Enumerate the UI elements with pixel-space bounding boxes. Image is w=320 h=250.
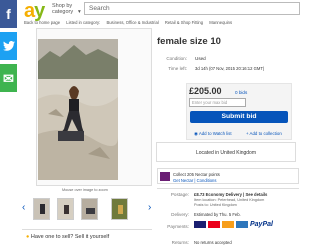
max-bid-input[interactable]: Enter your max bid [189,98,246,107]
submit-bid-button[interactable]: Submit bid [190,111,288,123]
image-zoom-hint: Mouse over image to zoom [62,188,108,192]
payments-label: Payments: [167,224,189,229]
bid-count-link[interactable]: 0 bids [235,90,247,95]
time-left-label: Time left: [168,66,187,71]
nectar-promo: Collect 205 Nectar points Get Nectar | C… [157,168,299,184]
breadcrumb-item[interactable]: Mannequins [209,20,232,25]
postage-label: Postage: [170,192,189,197]
email-icon: ✉ [3,70,14,86]
shop-by-category-dropdown[interactable]: Shop by category ▾ [52,3,81,15]
breadcrumb-item[interactable]: Retail & Shop Fitting [165,20,203,25]
visa-icon [194,221,206,228]
condition-label: Condition: [166,56,187,61]
twitter-icon [2,41,15,51]
search-input[interactable]: Search [84,2,300,15]
chevron-down-icon: ▾ [78,9,81,15]
current-price: £205.00 [189,86,222,96]
nectar-icon [160,172,170,181]
email-share-button[interactable]: ✉ [0,64,17,92]
condition-value: Used [195,56,206,61]
mastercard-icon [208,221,220,228]
breadcrumb-item: Listed in category: [66,20,101,25]
posts-to: Posts to: United Kingdom [194,203,237,207]
facebook-share-button[interactable]: f [0,0,17,28]
divider [22,229,152,230]
paypal-logo: PayPal [250,221,273,228]
facebook-icon: f [6,6,11,22]
add-to-watchlist-link[interactable]: ◉ Add to Watch list [194,131,232,137]
thumbnail-4[interactable] [111,198,128,220]
maestro-icon [222,221,234,228]
add-to-collection-link[interactable]: + Add to collection [246,131,282,136]
lightbulb-icon: ● [26,234,30,240]
item-location: Located in United Kingdom [156,142,296,162]
divider [157,188,299,189]
breadcrumb: Back to home page Listed in category: Bu… [24,20,237,25]
main-item-image[interactable] [38,39,118,180]
delivery-value: Estimated by Thu. 5 Feb. [194,212,241,217]
payment-icons: PayPal [194,221,273,228]
postage-value: £8.73 Economy Delivery | See details [194,192,268,197]
returns-label: Returns: [171,240,189,245]
item-location-detail: Item location: Peterhead, United Kingdom [194,198,265,202]
returns-value: No returns accepted [194,240,232,245]
item-title: female size 10 [157,36,221,47]
breadcrumb-item[interactable]: Back to home page [24,20,60,25]
thumbnail-3[interactable] [81,198,98,220]
amex-icon [236,221,248,228]
thumbnail-prev-arrow[interactable]: ‹ [22,202,25,213]
delivery-label: Delivery: [171,212,189,217]
breadcrumb-item[interactable]: Business, Office & Industrial [106,20,158,25]
sell-it-yourself[interactable]: ● Have one to sell? Sell it yourself [26,234,109,240]
thumbnail-next-arrow[interactable]: › [148,202,151,213]
thumbnail-1[interactable] [33,198,50,220]
time-left-value: 3d 14h (07 Nov, 2015 20:16:12 GMT) [195,66,265,71]
twitter-share-button[interactable] [0,32,17,60]
thumbnail-2[interactable] [57,198,74,220]
